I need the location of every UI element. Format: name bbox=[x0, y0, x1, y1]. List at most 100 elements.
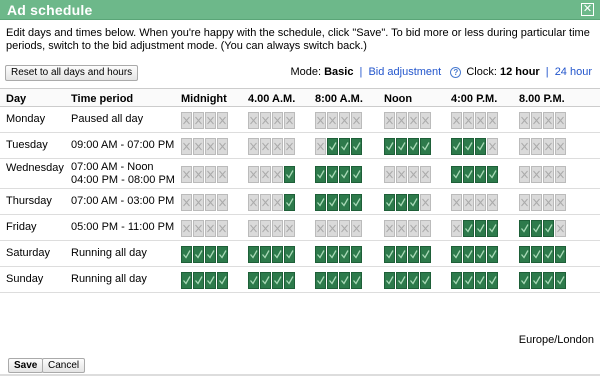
hour-cell-active[interactable] bbox=[351, 272, 362, 289]
hour-cell-inactive[interactable] bbox=[463, 194, 474, 211]
hour-cell-active[interactable] bbox=[420, 246, 431, 263]
hour-cell-active[interactable] bbox=[351, 138, 362, 155]
hour-cell-inactive[interactable] bbox=[181, 138, 192, 155]
hour-cell-inactive[interactable] bbox=[217, 166, 228, 183]
hour-cell-inactive[interactable] bbox=[193, 220, 204, 237]
hour-cell-inactive[interactable] bbox=[531, 138, 542, 155]
hour-cell-inactive[interactable] bbox=[181, 112, 192, 129]
hour-cell-active[interactable] bbox=[475, 166, 486, 183]
hour-cell-inactive[interactable] bbox=[420, 220, 431, 237]
hour-cell-inactive[interactable] bbox=[543, 166, 554, 183]
hour-cell-active[interactable] bbox=[284, 166, 295, 183]
hour-cell-inactive[interactable] bbox=[487, 138, 498, 155]
hour-cell-active[interactable] bbox=[475, 138, 486, 155]
hour-cell-active[interactable] bbox=[531, 220, 542, 237]
hour-cell-inactive[interactable] bbox=[463, 112, 474, 129]
hour-cell-inactive[interactable] bbox=[351, 220, 362, 237]
hour-cell-active[interactable] bbox=[463, 220, 474, 237]
hour-cell-active[interactable] bbox=[217, 246, 228, 263]
hour-cell-inactive[interactable] bbox=[272, 166, 283, 183]
hour-cell-active[interactable] bbox=[408, 138, 419, 155]
hour-cell-inactive[interactable] bbox=[555, 166, 566, 183]
hour-cell-active[interactable] bbox=[260, 272, 271, 289]
hour-cell-inactive[interactable] bbox=[181, 166, 192, 183]
hour-cell-active[interactable] bbox=[248, 246, 259, 263]
hour-cell-inactive[interactable] bbox=[272, 194, 283, 211]
clock-24-hour-link[interactable]: 24 hour bbox=[555, 66, 592, 78]
hour-cell-active[interactable] bbox=[217, 272, 228, 289]
hour-cell-inactive[interactable] bbox=[555, 138, 566, 155]
hour-cell-inactive[interactable] bbox=[351, 112, 362, 129]
hour-cell-active[interactable] bbox=[475, 220, 486, 237]
hour-cell-inactive[interactable] bbox=[420, 166, 431, 183]
hour-cell-inactive[interactable] bbox=[519, 194, 530, 211]
hour-cell-active[interactable] bbox=[451, 246, 462, 263]
hour-cell-inactive[interactable] bbox=[217, 138, 228, 155]
hour-cell-active[interactable] bbox=[384, 138, 395, 155]
hour-cell-active[interactable] bbox=[248, 272, 259, 289]
hour-cell-active[interactable] bbox=[351, 246, 362, 263]
hour-cell-active[interactable] bbox=[555, 272, 566, 289]
hour-cell-inactive[interactable] bbox=[555, 112, 566, 129]
hour-cell-active[interactable] bbox=[339, 272, 350, 289]
hour-cell-inactive[interactable] bbox=[284, 220, 295, 237]
hour-cell-inactive[interactable] bbox=[451, 112, 462, 129]
hour-cell-inactive[interactable] bbox=[408, 220, 419, 237]
hour-cell-active[interactable] bbox=[384, 246, 395, 263]
hour-cell-inactive[interactable] bbox=[384, 112, 395, 129]
hour-cell-inactive[interactable] bbox=[205, 220, 216, 237]
hour-cell-active[interactable] bbox=[396, 194, 407, 211]
hour-cell-inactive[interactable] bbox=[327, 112, 338, 129]
hour-cell-inactive[interactable] bbox=[181, 220, 192, 237]
hour-cell-inactive[interactable] bbox=[315, 112, 326, 129]
hour-cell-active[interactable] bbox=[339, 138, 350, 155]
hour-cell-active[interactable] bbox=[327, 194, 338, 211]
hour-cell-active[interactable] bbox=[205, 246, 216, 263]
hour-cell-active[interactable] bbox=[487, 272, 498, 289]
hour-cell-inactive[interactable] bbox=[260, 138, 271, 155]
save-button[interactable]: Save bbox=[8, 358, 44, 373]
hour-cell-active[interactable] bbox=[272, 272, 283, 289]
hour-cell-inactive[interactable] bbox=[205, 166, 216, 183]
hour-cell-active[interactable] bbox=[272, 246, 283, 263]
hour-cell-inactive[interactable] bbox=[339, 220, 350, 237]
hour-cell-active[interactable] bbox=[327, 138, 338, 155]
hour-cell-active[interactable] bbox=[396, 272, 407, 289]
hour-cell-active[interactable] bbox=[475, 272, 486, 289]
hour-cell-inactive[interactable] bbox=[260, 194, 271, 211]
hour-cell-inactive[interactable] bbox=[451, 194, 462, 211]
hour-cell-inactive[interactable] bbox=[327, 220, 338, 237]
hour-cell-inactive[interactable] bbox=[475, 194, 486, 211]
hour-cell-inactive[interactable] bbox=[519, 138, 530, 155]
hour-cell-active[interactable] bbox=[519, 246, 530, 263]
hour-cell-active[interactable] bbox=[193, 272, 204, 289]
hour-cell-active[interactable] bbox=[451, 166, 462, 183]
hour-cell-active[interactable] bbox=[284, 194, 295, 211]
hour-cell-active[interactable] bbox=[315, 272, 326, 289]
hour-cell-inactive[interactable] bbox=[284, 138, 295, 155]
hour-cell-active[interactable] bbox=[420, 272, 431, 289]
hour-cell-inactive[interactable] bbox=[205, 194, 216, 211]
hour-cell-active[interactable] bbox=[351, 194, 362, 211]
hour-cell-active[interactable] bbox=[339, 246, 350, 263]
hour-cell-inactive[interactable] bbox=[272, 112, 283, 129]
hour-cell-active[interactable] bbox=[284, 272, 295, 289]
hour-cell-inactive[interactable] bbox=[205, 112, 216, 129]
hour-cell-active[interactable] bbox=[531, 272, 542, 289]
hour-cell-inactive[interactable] bbox=[555, 220, 566, 237]
hour-cell-inactive[interactable] bbox=[451, 220, 462, 237]
hour-cell-active[interactable] bbox=[384, 272, 395, 289]
hour-cell-inactive[interactable] bbox=[260, 220, 271, 237]
cancel-button[interactable]: Cancel bbox=[42, 358, 86, 373]
hour-cell-active[interactable] bbox=[327, 166, 338, 183]
hour-cell-inactive[interactable] bbox=[193, 194, 204, 211]
hour-cell-active[interactable] bbox=[339, 166, 350, 183]
hour-cell-inactive[interactable] bbox=[260, 112, 271, 129]
hour-cell-inactive[interactable] bbox=[384, 220, 395, 237]
hour-cell-inactive[interactable] bbox=[260, 166, 271, 183]
hour-cell-inactive[interactable] bbox=[193, 112, 204, 129]
bid-adjustment-link[interactable]: Bid adjustment bbox=[368, 66, 441, 78]
hour-cell-inactive[interactable] bbox=[531, 194, 542, 211]
hour-cell-inactive[interactable] bbox=[519, 112, 530, 129]
hour-cell-active[interactable] bbox=[181, 246, 192, 263]
